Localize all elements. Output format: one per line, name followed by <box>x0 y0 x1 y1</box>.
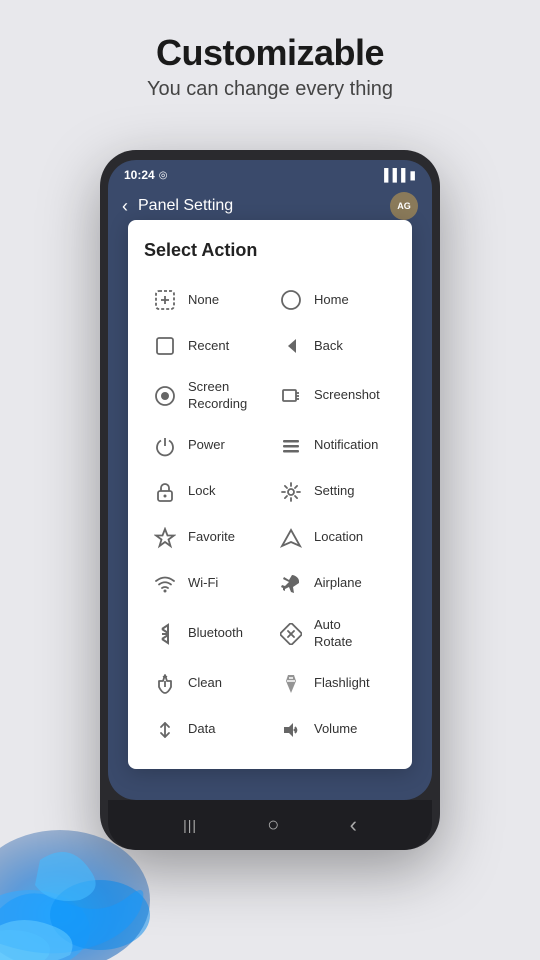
none-label: None <box>188 292 219 309</box>
battery-icon: ▮ <box>409 168 416 182</box>
dialog-title: Select Action <box>144 240 396 261</box>
phone-nav-bar: ||| ○ ‹ <box>108 800 432 850</box>
data-icon <box>152 717 178 743</box>
clean-icon <box>152 671 178 697</box>
action-none[interactable]: None <box>144 277 270 323</box>
setting-icon <box>278 479 304 505</box>
volume-label: Volume <box>314 721 357 738</box>
nav-recent-button[interactable]: ||| <box>183 817 197 833</box>
phone-frame: 10:24 ◎ ▐▐▐ ▮ ‹ Panel Setting AG Select … <box>100 150 440 850</box>
action-bluetooth[interactable]: Bluetooth <box>144 607 270 661</box>
screen-recording-label: Screen Recording <box>188 379 247 413</box>
avatar: AG <box>390 192 418 220</box>
action-wifi[interactable]: Wi-Fi <box>144 561 270 607</box>
notification-icon <box>278 433 304 459</box>
setting-label: Setting <box>314 483 354 500</box>
status-bar: 10:24 ◎ ▐▐▐ ▮ <box>108 160 432 186</box>
location-indicator: ◎ <box>159 170 168 181</box>
back-button[interactable]: ‹ <box>122 196 128 217</box>
auto-rotate-icon <box>278 621 304 647</box>
wifi-label: Wi-Fi <box>188 575 218 592</box>
none-icon <box>152 287 178 313</box>
phone-screen: 10:24 ◎ ▐▐▐ ▮ ‹ Panel Setting AG Select … <box>108 160 432 800</box>
screen-recording-icon <box>152 383 178 409</box>
power-icon <box>152 433 178 459</box>
page-title: Customizable <box>20 32 520 74</box>
screenshot-icon <box>278 383 304 409</box>
action-auto-rotate[interactable]: Auto Rotate <box>270 607 396 661</box>
screenshot-label: Screenshot <box>314 387 380 404</box>
data-label: Data <box>188 721 215 738</box>
action-home[interactable]: Home <box>270 277 396 323</box>
action-flashlight[interactable]: Flashlight <box>270 661 396 707</box>
recent-label: Recent <box>188 338 229 355</box>
action-clean[interactable]: Clean <box>144 661 270 707</box>
action-screenshot[interactable]: Screenshot <box>270 369 396 423</box>
action-location[interactable]: Location <box>270 515 396 561</box>
wifi-icon <box>152 571 178 597</box>
lock-icon <box>152 479 178 505</box>
bluetooth-label: Bluetooth <box>188 625 243 642</box>
airplane-icon <box>278 571 304 597</box>
action-back[interactable]: Back <box>270 323 396 369</box>
flashlight-label: Flashlight <box>314 675 370 692</box>
auto-rotate-label: Auto Rotate <box>314 617 352 651</box>
volume-icon <box>278 717 304 743</box>
location-icon <box>278 525 304 551</box>
page-subtitle: You can change every thing <box>20 78 520 101</box>
notification-label: Notification <box>314 437 378 454</box>
lock-label: Lock <box>188 483 215 500</box>
nav-home-button[interactable]: ○ <box>267 814 279 837</box>
status-icons: ▐▐▐ ▮ <box>380 168 416 182</box>
action-lock[interactable]: Lock <box>144 469 270 515</box>
back-icon <box>278 333 304 359</box>
action-setting[interactable]: Setting <box>270 469 396 515</box>
action-volume[interactable]: Volume <box>270 707 396 753</box>
action-power[interactable]: Power <box>144 423 270 469</box>
nav-back-button[interactable]: ‹ <box>350 812 357 838</box>
action-favorite[interactable]: Favorite <box>144 515 270 561</box>
home-label: Home <box>314 292 349 309</box>
home-icon <box>278 287 304 313</box>
action-notification[interactable]: Notification <box>270 423 396 469</box>
select-action-dialog: Select Action None <box>128 220 412 769</box>
app-bar-title: Panel Setting <box>138 197 390 215</box>
favorite-icon <box>152 525 178 551</box>
action-data[interactable]: Data <box>144 707 270 753</box>
bluetooth-icon <box>152 621 178 647</box>
airplane-label: Airplane <box>314 575 362 592</box>
status-time: 10:24 <box>124 168 155 182</box>
action-recent[interactable]: Recent <box>144 323 270 369</box>
action-airplane[interactable]: Airplane <box>270 561 396 607</box>
action-screen-recording[interactable]: Screen Recording <box>144 369 270 423</box>
signal-icon: ▐▐▐ <box>380 168 406 182</box>
location-label: Location <box>314 529 363 546</box>
action-grid: None Home <box>144 277 396 753</box>
clean-label: Clean <box>188 675 222 692</box>
back-label: Back <box>314 338 343 355</box>
flashlight-icon <box>278 671 304 697</box>
favorite-label: Favorite <box>188 529 235 546</box>
power-label: Power <box>188 437 225 454</box>
recent-icon <box>152 333 178 359</box>
